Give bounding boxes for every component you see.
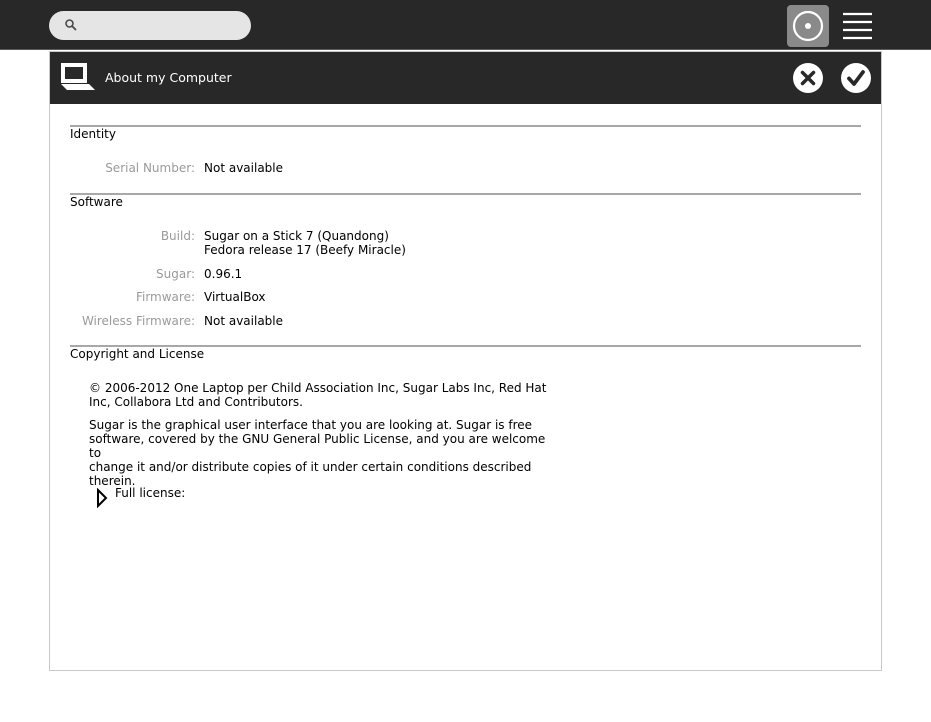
serial-number-label: Serial Number: bbox=[105, 161, 195, 175]
computer-icon bbox=[61, 63, 95, 90]
search-input[interactable] bbox=[49, 11, 251, 40]
ok-button[interactable] bbox=[840, 62, 872, 94]
license-description: Sugar is the graphical user interface th… bbox=[89, 418, 559, 488]
license-section: Copyright and License bbox=[70, 345, 861, 361]
license-title: Copyright and License bbox=[70, 347, 205, 361]
firmware-value: VirtualBox bbox=[204, 290, 266, 304]
description-line: change it and/or distribute copies of it… bbox=[89, 460, 532, 474]
panel-title: About my Computer bbox=[105, 70, 232, 85]
identity-title: Identity bbox=[70, 127, 116, 141]
about-computer-panel: About my Computer Identity Serial Number… bbox=[49, 51, 882, 671]
full-license-expander[interactable]: Full license: bbox=[96, 486, 216, 508]
cancel-icon bbox=[793, 63, 823, 93]
home-view-button[interactable] bbox=[787, 5, 829, 47]
search-icon bbox=[65, 19, 77, 31]
build-value-line1: Sugar on a Stick 7 (Quandong) bbox=[204, 229, 389, 243]
wireless-firmware-value: Not available bbox=[204, 314, 284, 328]
list-view-button[interactable] bbox=[838, 7, 878, 45]
copyright-line: Inc, Collabora Ltd and Contributors. bbox=[89, 395, 303, 409]
home-view-icon bbox=[792, 10, 824, 42]
copyright-line: © 2006-2012 One Laptop per Child Associa… bbox=[89, 381, 547, 395]
build-label: Build: bbox=[160, 229, 195, 243]
cancel-button[interactable] bbox=[792, 62, 824, 94]
firmware-label: Firmware: bbox=[135, 290, 195, 304]
software-section: Software bbox=[70, 193, 861, 209]
copyright-text: © 2006-2012 One Laptop per Child Associa… bbox=[89, 381, 559, 409]
expander-arrow-icon bbox=[97, 488, 108, 508]
description-line: Sugar is the graphical user interface th… bbox=[89, 418, 533, 432]
wireless-firmware-label: Wireless Firmware: bbox=[81, 314, 195, 328]
software-title: Software bbox=[70, 195, 123, 209]
ok-icon bbox=[841, 63, 871, 93]
top-toolbar bbox=[0, 0, 931, 50]
description-line: software, covered by the GNU General Pub… bbox=[89, 432, 546, 460]
full-license-label: Full license: bbox=[115, 486, 186, 500]
serial-number-value: Not available bbox=[204, 161, 284, 175]
list-view-icon bbox=[843, 12, 872, 40]
build-value-line2: Fedora release 17 (Beefy Miracle) bbox=[204, 243, 406, 257]
identity-section: Identity bbox=[70, 125, 861, 141]
panel-header: About my Computer bbox=[50, 52, 881, 104]
sugar-label: Sugar: bbox=[156, 267, 195, 281]
sugar-value: 0.96.1 bbox=[204, 267, 243, 281]
